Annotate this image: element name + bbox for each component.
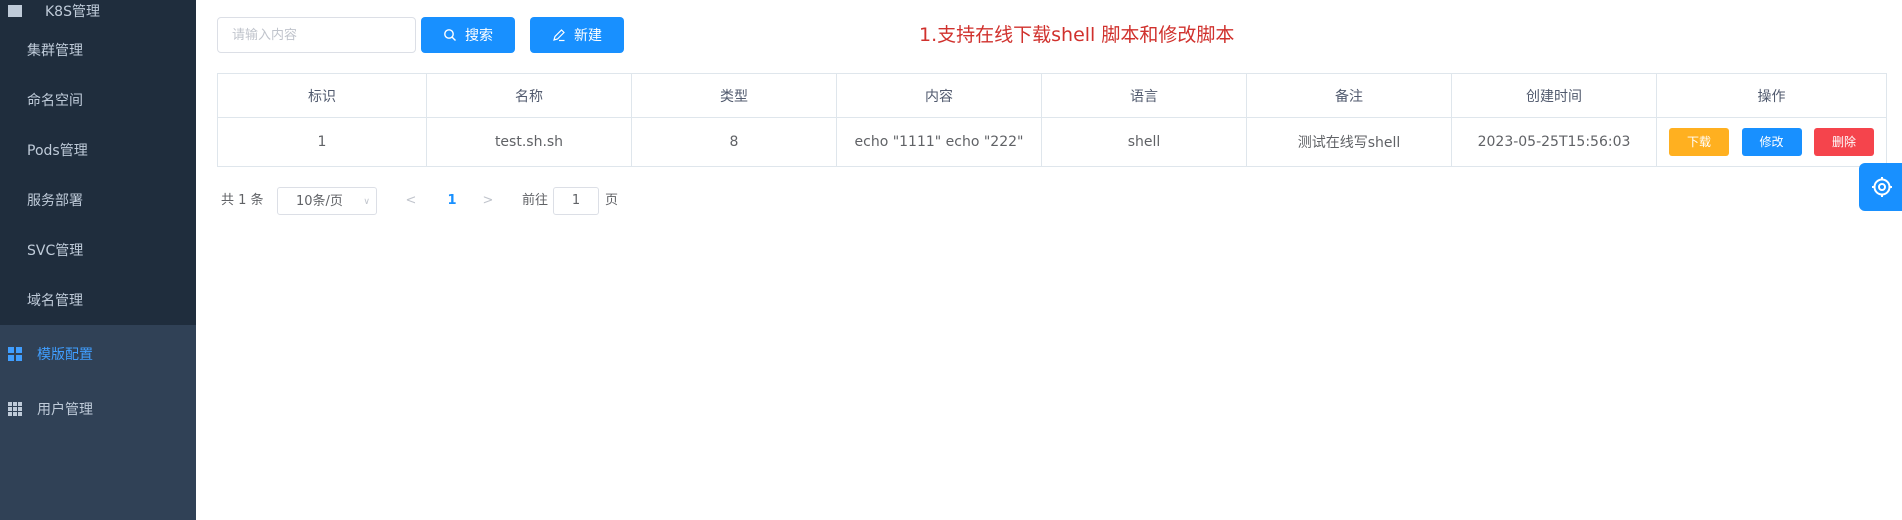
sidebar-item-templates[interactable]: 模版配置 — [0, 329, 196, 379]
sidebar-item-namespaces[interactable]: 命名空间 — [0, 75, 196, 125]
sidebar-item-label: K8S管理 — [45, 4, 100, 20]
sidebar-item-label: 域名管理 — [27, 293, 83, 309]
column-header: 语言 — [1041, 73, 1247, 118]
sidebar-item-label: 模版配置 — [37, 347, 93, 363]
sidebar-item-label: 用户管理 — [37, 402, 93, 418]
column-header: 创建时间 — [1451, 73, 1657, 118]
column-header: 备注 — [1246, 73, 1452, 118]
goto-label: 前往 — [522, 193, 549, 208]
column-header: 内容 — [836, 73, 1042, 118]
cell-actions: 下载 修改 删除 — [1656, 117, 1887, 167]
cell-id: 1 — [217, 117, 427, 167]
column-header: 标识 — [217, 73, 427, 118]
page-suffix-label: 页 — [605, 193, 619, 208]
search-button[interactable]: 搜索 — [421, 17, 515, 53]
search-button-label: 搜索 — [465, 28, 493, 44]
sidebar-item-deployments[interactable]: 服务部署 — [0, 175, 196, 225]
settings-button[interactable] — [1859, 163, 1902, 211]
column-header: 操作 — [1656, 73, 1887, 118]
page-size-value: 10条/页 — [296, 194, 343, 209]
chevron-left-icon[interactable]: < — [401, 187, 421, 215]
sidebar-item-domains[interactable]: 域名管理 — [0, 275, 196, 325]
cell-type: 8 — [631, 117, 837, 167]
row-actions: 下载 修改 删除 — [1658, 128, 1886, 156]
sidebar-item-label: Pods管理 — [27, 143, 88, 159]
edit-icon — [553, 29, 565, 42]
download-button[interactable]: 下载 — [1669, 128, 1729, 156]
grid-icon — [8, 347, 22, 361]
cell-content: echo "1111" echo "222" — [836, 117, 1042, 167]
goto-page-input[interactable] — [553, 187, 599, 215]
script-table: 标识 名称 类型 内容 语言 备注 创建时间 操作 1 test.sh.sh 8… — [217, 73, 1887, 167]
sidebar-item-pods[interactable]: Pods管理 — [0, 125, 196, 175]
page-number-current[interactable]: 1 — [437, 187, 467, 215]
chevron-down-icon: ∨ — [363, 197, 370, 207]
column-header: 名称 — [426, 73, 632, 118]
sidebar-item-users[interactable]: 用户管理 — [0, 384, 196, 434]
new-button-label: 新建 — [574, 28, 602, 44]
cell-name: test.sh.sh — [426, 117, 632, 167]
sidebar-item-svc[interactable]: SVC管理 — [0, 225, 196, 275]
page-size-select[interactable]: 10条/页 ∨ — [277, 187, 377, 215]
pagination: 共 1 条 10条/页 ∨ < 1 > 前往 页 — [221, 187, 641, 215]
pagination-total: 共 1 条 — [221, 193, 264, 208]
sidebar-item-label: SVC管理 — [27, 243, 84, 259]
cell-created: 2023-05-25T15:56:03 — [1451, 117, 1657, 167]
column-header: 类型 — [631, 73, 837, 118]
sidebar-item-label: 集群管理 — [27, 43, 83, 59]
server-icon — [8, 5, 22, 17]
search-icon — [444, 29, 456, 41]
cell-remark: 测试在线写shell — [1246, 117, 1452, 167]
sidebar: K8S管理 集群管理 命名空间 Pods管理 服务部署 SVC管理 域名管理 模… — [0, 0, 196, 520]
table-icon — [8, 402, 22, 416]
cell-language: shell — [1041, 117, 1247, 167]
notice-text: 1.支持在线下载shell 脚本和修改脚本 — [919, 24, 1235, 46]
table-header-row: 标识 名称 类型 内容 语言 备注 创建时间 操作 — [217, 73, 1887, 118]
sidebar-item-clusters[interactable]: 集群管理 — [0, 25, 196, 75]
sidebar-item-label: 命名空间 — [27, 93, 83, 109]
edit-button[interactable]: 修改 — [1741, 128, 1802, 156]
search-input[interactable] — [217, 17, 416, 53]
table-row: 1 test.sh.sh 8 echo "1111" echo "222" sh… — [217, 117, 1887, 167]
chevron-right-icon[interactable]: > — [478, 187, 498, 215]
gear-icon — [1872, 177, 1892, 197]
sidebar-item-label: 服务部署 — [27, 193, 83, 209]
delete-button[interactable]: 删除 — [1814, 128, 1874, 156]
new-button[interactable]: 新建 — [530, 17, 624, 53]
submenu-k8s: K8S管理 集群管理 命名空间 Pods管理 服务部署 SVC管理 域名管理 — [0, 0, 196, 325]
